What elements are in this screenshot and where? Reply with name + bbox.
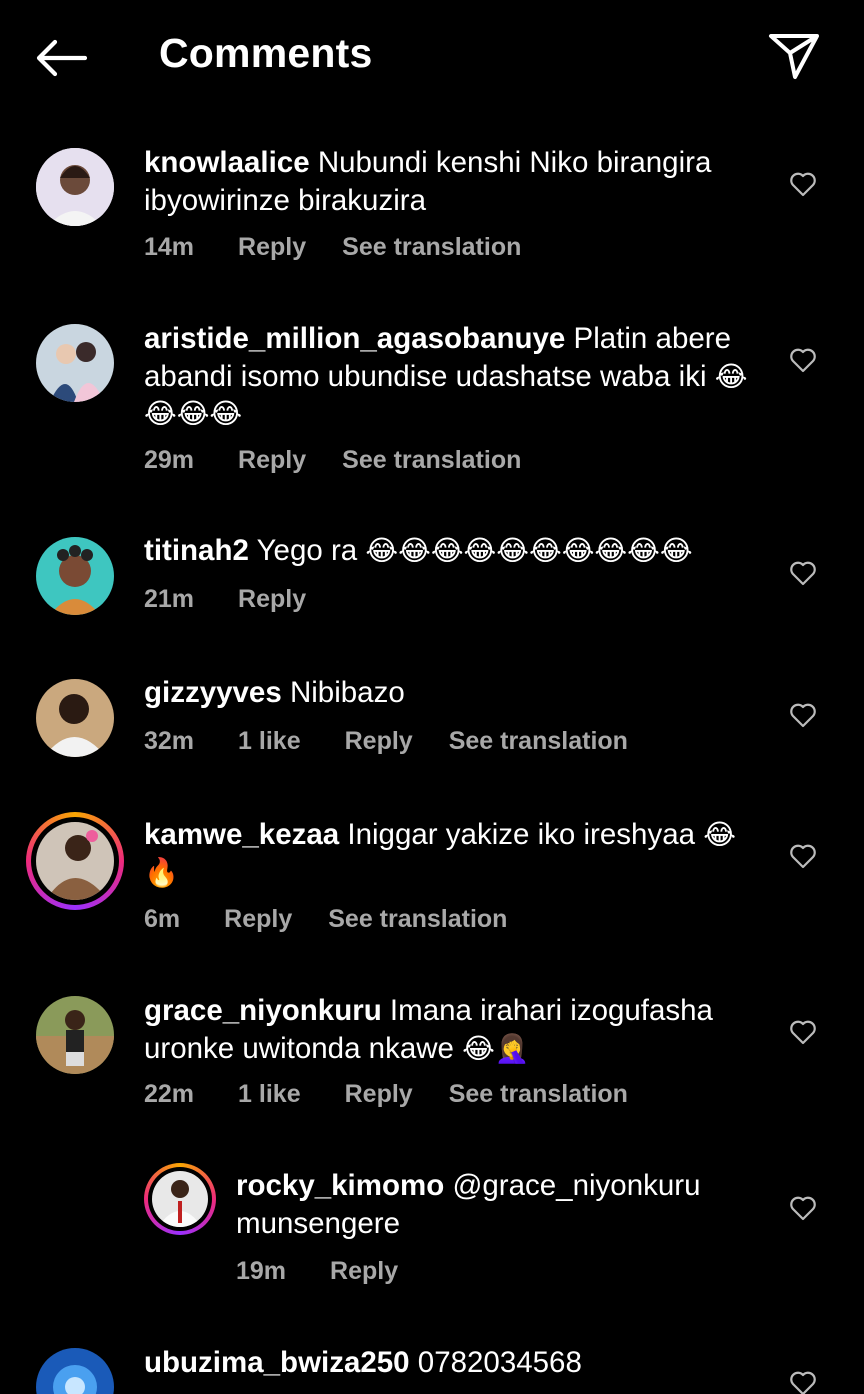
comment-text: aristide_million_agasobanuye Platin aber…	[144, 320, 764, 433]
comment-time: 14m	[144, 233, 195, 261]
comment-body: Nibibazo	[289, 676, 405, 709]
comment-username[interactable]: ubuzima_bwiza250	[144, 1346, 410, 1379]
comment-username[interactable]: gizzyyves	[144, 676, 282, 709]
emoji: 😂🤦‍♀️	[462, 1032, 530, 1064]
reply-button[interactable]: Reply	[238, 585, 306, 613]
see-translation-link[interactable]: See translation	[449, 727, 628, 755]
comment-item: gizzyyves Nibibazo 32m 1 like Reply See tra…	[0, 672, 864, 772]
avatar	[36, 822, 114, 900]
reply-button[interactable]: Reply	[224, 905, 292, 933]
likes-count[interactable]: 1 like	[238, 727, 301, 755]
paper-plane-icon	[769, 34, 819, 79]
likes-count[interactable]: 1 like	[238, 1080, 301, 1108]
comment-username[interactable]: titinah2	[144, 534, 249, 567]
comment-text: knowlaalice Nubundi kenshi Niko birangir…	[144, 144, 764, 219]
page-title: Comments	[159, 30, 373, 76]
avatar[interactable]	[36, 1348, 114, 1394]
reply-button[interactable]: Reply	[345, 727, 413, 755]
comment-item: ubuzima_bwiza250 0782034568	[0, 1340, 864, 1394]
comment-text: grace_niyonkuru Imana irahari izogufasha…	[144, 992, 764, 1067]
see-translation-link[interactable]: See translation	[449, 1080, 628, 1108]
comment-meta: 22m 1 like Reply See translation	[144, 1080, 664, 1109]
avatar[interactable]	[36, 679, 114, 757]
avatar[interactable]	[36, 537, 114, 615]
comment-item: grace_niyonkuru Imana irahari izogufasha…	[0, 990, 864, 1120]
comment-meta: 21m Reply	[144, 585, 342, 614]
comment-item: kamwe_kezaa Iniggar yakize iko ireshyaa …	[0, 812, 864, 952]
comment-body: 0782034568	[417, 1346, 582, 1379]
avatar[interactable]	[36, 148, 114, 226]
reply-item: rocky_kimomo @grace_niyonkuru munsengere…	[0, 1163, 864, 1293]
header-bar: Comments	[0, 0, 864, 112]
comment-text: rocky_kimomo @grace_niyonkuru munsengere	[236, 1167, 756, 1242]
comment-username[interactable]: aristide_million_agasobanuye	[144, 322, 565, 355]
comment-time: 22m	[144, 1080, 195, 1108]
comment-username[interactable]: rocky_kimomo	[236, 1169, 444, 1202]
story-ring-avatar[interactable]	[144, 1163, 216, 1235]
comment-username[interactable]: kamwe_kezaa	[144, 818, 339, 851]
comment-time: 32m	[144, 727, 195, 755]
reply-button[interactable]: Reply	[238, 446, 306, 474]
comment-meta: 29m Reply See translation	[144, 446, 557, 475]
see-translation-link[interactable]: See translation	[342, 446, 521, 474]
see-translation-link[interactable]: See translation	[328, 905, 507, 933]
arrow-left-icon	[36, 39, 87, 77]
emoji: 😂😂😂😂😂😂😂😂😂😂	[365, 535, 693, 566]
back-button[interactable]	[30, 30, 92, 86]
avatar[interactable]	[36, 996, 114, 1074]
comment-username[interactable]: knowlaalice	[144, 146, 310, 179]
heart-icon[interactable]	[789, 702, 817, 728]
comment-item: titinah2 Yego ra 😂😂😂😂😂😂😂😂😂😂 21m Reply	[0, 530, 864, 630]
comment-body: Yego ra	[256, 534, 358, 567]
heart-icon[interactable]	[789, 560, 817, 586]
share-button[interactable]	[764, 26, 824, 86]
comment-meta: 32m 1 like Reply See translation	[144, 727, 664, 756]
comment-text: ubuzima_bwiza250 0782034568	[144, 1344, 764, 1382]
reply-button[interactable]: Reply	[238, 233, 306, 261]
comment-meta: 14m Reply See translation	[144, 233, 557, 262]
heart-icon[interactable]	[789, 1019, 817, 1045]
comment-text: titinah2 Yego ra 😂😂😂😂😂😂😂😂😂😂	[144, 532, 764, 570]
heart-icon[interactable]	[789, 171, 817, 197]
comment-time: 21m	[144, 585, 195, 613]
story-ring-avatar[interactable]	[26, 812, 124, 910]
reply-button[interactable]: Reply	[345, 1080, 413, 1108]
comment-text: gizzyyves Nibibazo	[144, 674, 764, 712]
comment-meta: 6m Reply See translation	[144, 905, 543, 934]
reply-button[interactable]: Reply	[330, 1257, 398, 1285]
comment-text: kamwe_kezaa Iniggar yakize iko ireshyaa …	[144, 816, 764, 891]
comment-time: 19m	[236, 1257, 287, 1285]
comment-time: 6m	[144, 905, 181, 933]
avatar	[152, 1171, 208, 1227]
comment-item: knowlaalice Nubundi kenshi Niko birangir…	[0, 140, 864, 280]
see-translation-link[interactable]: See translation	[342, 233, 521, 261]
comment-time: 29m	[144, 446, 195, 474]
heart-icon[interactable]	[789, 347, 817, 373]
avatar[interactable]	[36, 324, 114, 402]
comment-body: Iniggar yakize iko ireshyaa	[347, 818, 696, 851]
heart-icon[interactable]	[789, 1195, 817, 1221]
comment-username[interactable]: grace_niyonkuru	[144, 994, 382, 1027]
comment-item: aristide_million_agasobanuye Platin aber…	[0, 318, 864, 488]
heart-icon[interactable]	[789, 843, 817, 869]
heart-icon[interactable]	[789, 1370, 817, 1394]
comment-meta: 19m Reply	[236, 1257, 434, 1286]
